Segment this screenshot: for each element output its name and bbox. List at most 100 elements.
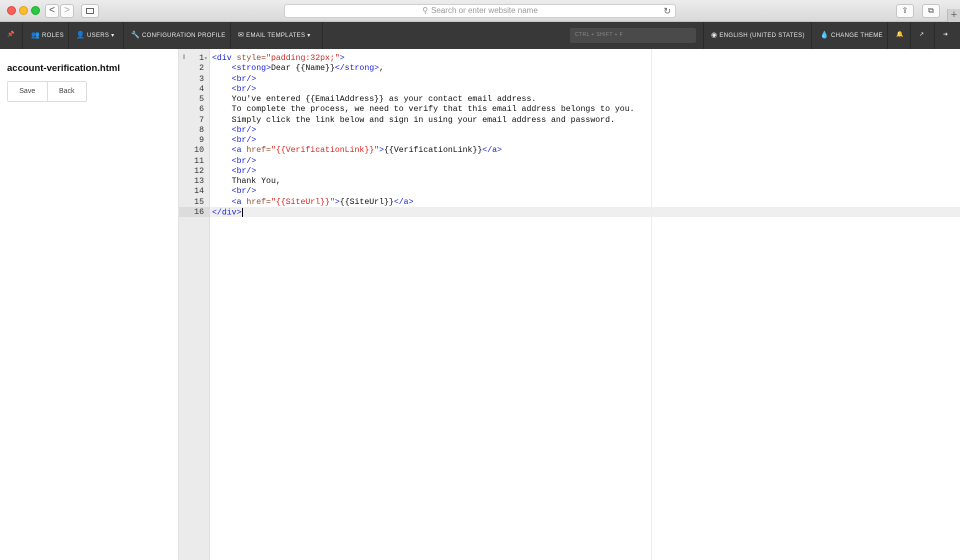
chevron-down-icon: ▾ (111, 33, 115, 39)
line-number: 15 (194, 197, 204, 207)
app-navbar: 📌 👥 ROLES 👤 USERS ▾ 🔧 CONFIGURATION PROFILE… (0, 22, 960, 49)
new-tab-button[interactable]: + (947, 9, 960, 22)
code-line[interactable]: 16 </div> (179, 207, 960, 218)
nav-divider (811, 22, 812, 49)
code-text: <div style="padding:32px;"> (212, 54, 345, 63)
fullscreen-window-button[interactable] (31, 6, 40, 15)
nav-divider (910, 22, 911, 49)
code-line[interactable]: 14 <br/> (179, 187, 960, 197)
global-search-input[interactable]: CTRL + SHIFT + F (570, 28, 696, 43)
minimize-window-button[interactable] (19, 6, 28, 15)
text-cursor (241, 207, 243, 217)
code-text: <strong>Dear {{Name}}</strong>, (231, 64, 385, 74)
code-line[interactable]: 5 You've entered {{EmailAddress}} as you… (179, 95, 960, 105)
line-number: 8 (199, 125, 204, 135)
line-number: 10 (194, 146, 204, 156)
nav-configuration-profile[interactable]: 🔧 CONFIGURATION PROFILE (131, 22, 226, 49)
code-text: <br/> (231, 125, 257, 135)
logout-icon[interactable]: ➜ (943, 22, 948, 49)
line-number: 7 (199, 115, 204, 125)
nav-email-templates-label: EMAIL TEMPLATES (246, 33, 306, 39)
change-theme-label: CHANGE THEME (831, 33, 883, 39)
code-line[interactable]: 2 <strong>Dear {{Name}}</strong>, (179, 64, 960, 74)
save-button[interactable]: Save (8, 82, 47, 101)
line-number: 14 (194, 187, 204, 197)
chevron-down-icon: ▾ (307, 33, 311, 39)
nav-roles-label: ROLES (42, 33, 64, 39)
code-line[interactable]: 7 Simply click the link below and sign i… (179, 116, 960, 126)
browser-toolbar: < > ⚲ Search or enter website name ↻ ⇪ ⧉ … (0, 0, 960, 22)
browser-forward-button[interactable]: > (60, 4, 74, 18)
language-selector[interactable]: ◉ ENGLISH (UNITED STATES) (711, 22, 805, 49)
nav-divider (934, 22, 935, 49)
line-number: 2 (199, 64, 204, 74)
nav-divider (68, 22, 69, 49)
code-editor[interactable]: ‖ 1 ▾ <div style="padding:32px;"> 2 <strong… (179, 49, 960, 560)
code-text: Thank You, (212, 177, 281, 186)
code-line[interactable]: 8 <br/> (179, 126, 960, 136)
code-line[interactable]: 10 <a href="{{VerificationLink}}">{{Veri… (179, 146, 960, 156)
code-line[interactable]: 3 <br/> (179, 75, 960, 85)
reload-icon[interactable]: ↻ (663, 5, 671, 17)
share-button[interactable]: ⇪ (896, 4, 914, 18)
back-button[interactable]: Back (46, 82, 87, 101)
address-bar[interactable]: ⚲ Search or enter website name ↻ (284, 4, 676, 18)
wrench-icon: 🔧 (131, 32, 141, 39)
line-number: 11 (194, 156, 204, 166)
code-text: <br/> (231, 187, 257, 197)
code-text: <br/> (231, 74, 257, 84)
code-line[interactable]: 6 To complete the process, we need to ve… (179, 105, 960, 115)
user-icon: 👤 (76, 32, 86, 39)
droplet-icon: 💧 (820, 32, 830, 39)
nav-divider (123, 22, 124, 49)
code-text: <a href="{{SiteUrl}}">{{SiteUrl}}</a> (231, 197, 414, 207)
line-number: 3 (199, 74, 204, 84)
code-line[interactable]: 15 <a href="{{SiteUrl}}">{{SiteUrl}}</a> (179, 198, 960, 208)
nav-divider (887, 22, 888, 49)
envelope-icon: ✉ (238, 32, 245, 39)
code-text: <br/> (231, 84, 257, 94)
bell-icon[interactable]: 🔔 (896, 22, 904, 49)
tab-overview-button[interactable]: ⧉ (922, 4, 940, 18)
line-number: 6 (199, 105, 204, 115)
globe-icon: ◉ (711, 32, 718, 39)
code-lines[interactable]: 1 ▾ <div style="padding:32px;"> 2 <strong>D… (179, 54, 960, 218)
close-window-button[interactable] (7, 6, 16, 15)
line-number: 9 (199, 136, 204, 145)
action-button-group: Save Back (7, 81, 87, 102)
line-number: 4 (199, 84, 204, 94)
search-icon: ⚲ (422, 6, 429, 15)
nav-users-label: USERS (87, 33, 110, 39)
address-placeholder: Search or enter website name (431, 6, 538, 15)
code-line[interactable]: 12 <br/> (179, 167, 960, 177)
code-line[interactable]: 9 <br/> (179, 136, 960, 146)
fold-toggle-icon[interactable]: ▾ (204, 54, 208, 64)
line-number: 13 (194, 177, 204, 186)
nav-configuration-label: CONFIGURATION PROFILE (142, 33, 226, 39)
code-line[interactable]: 1 ▾ <div style="padding:32px;"> (179, 54, 960, 64)
nav-users[interactable]: 👤 USERS ▾ (76, 22, 114, 49)
code-line[interactable]: 11 <br/> (179, 157, 960, 167)
line-number: 16 (194, 207, 204, 217)
code-text: To complete the process, we need to veri… (212, 105, 635, 115)
code-text: You've entered {{EmailAddress}} as your … (212, 95, 537, 104)
nav-roles[interactable]: 👥 ROLES (31, 22, 64, 49)
change-theme-button[interactable]: 💧 CHANGE THEME (820, 22, 883, 49)
sidebar-toggle-button[interactable] (81, 4, 99, 18)
nav-divider (230, 22, 231, 49)
code-text: <br/> (231, 156, 257, 166)
line-number: 1 (199, 54, 204, 63)
code-text: <br/> (231, 166, 257, 176)
nav-email-templates[interactable]: ✉ EMAIL TEMPLATES ▾ (238, 22, 311, 49)
nav-divider (703, 22, 704, 49)
language-label: ENGLISH (UNITED STATES) (719, 33, 805, 39)
browser-back-button[interactable]: < (45, 4, 59, 18)
code-text: Simply click the link below and sign in … (212, 115, 615, 125)
pin-icon[interactable]: 📌 (7, 22, 15, 49)
code-line[interactable]: 13 Thank You, (179, 177, 960, 187)
code-text: <br/> (231, 136, 257, 145)
code-text: </div> (212, 207, 243, 218)
external-link-icon[interactable]: ↗ (919, 22, 924, 49)
nav-divider (22, 22, 23, 49)
code-line[interactable]: 4 <br/> (179, 85, 960, 95)
